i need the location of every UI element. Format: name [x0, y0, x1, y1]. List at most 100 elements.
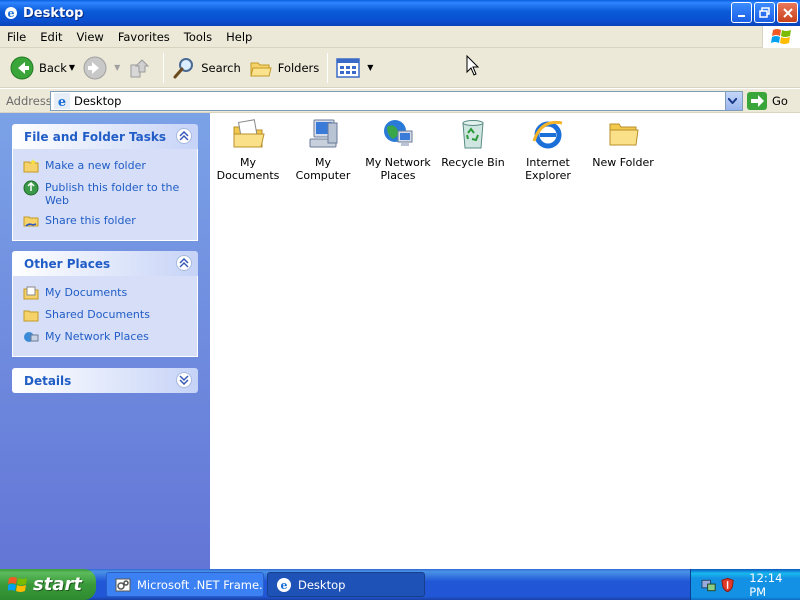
publish-to-web-link[interactable]: Publish this folder to the Web [23, 177, 197, 210]
recycle-bin-icon [462, 120, 484, 149]
collapse-icon[interactable] [176, 128, 192, 144]
menu-tools[interactable]: Tools [177, 26, 219, 48]
my-computer-icon [309, 119, 338, 148]
folder-icon [23, 310, 39, 322]
search-button[interactable]: Search [168, 51, 245, 85]
file-folder-tasks-panel: File and Folder Tasks Make a new folder … [12, 124, 198, 241]
taskbar-button-label: Desktop [298, 577, 346, 592]
ie-icon: e [5, 7, 17, 20]
title-bar[interactable]: e Desktop [0, 0, 800, 26]
panel-header[interactable]: Other Places [12, 251, 198, 276]
taskbar: start Microsoft .NET Frame... e Desktop … [0, 569, 800, 600]
svg-text:e: e [281, 579, 288, 592]
details-panel: Details [12, 368, 198, 393]
folders-label: Folders [277, 60, 320, 75]
new-folder-icon [23, 159, 39, 173]
address-field[interactable]: e Desktop [50, 90, 743, 111]
my-documents-link[interactable]: My Documents [23, 282, 197, 304]
desktop-item-label: Recycle Bin [441, 156, 505, 169]
search-icon [173, 57, 194, 78]
panel-body: Make a new folder Publish this folder to… [12, 149, 198, 241]
go-button[interactable]: Go [747, 91, 788, 110]
network-places-icon [384, 120, 413, 146]
expand-icon[interactable] [176, 372, 192, 388]
views-dropdown-icon[interactable]: ▼ [367, 63, 373, 72]
taskbar-button-dotnet[interactable]: Microsoft .NET Frame... [106, 572, 264, 597]
svg-text:e: e [58, 95, 66, 109]
maximize-button[interactable] [754, 2, 775, 23]
menu-edit[interactable]: Edit [33, 26, 69, 48]
desktop-item-my-network-places[interactable]: My Network Places [361, 113, 435, 182]
close-button[interactable] [777, 2, 798, 23]
toolbar-separator [163, 52, 165, 83]
panel-title: Details [24, 373, 72, 388]
chevron-down-icon [727, 97, 737, 104]
desktop-item-recycle-bin[interactable]: Recycle Bin [436, 113, 510, 169]
security-shield-icon[interactable] [720, 577, 735, 593]
globe-icon [23, 180, 39, 196]
network-places-icon [24, 332, 39, 342]
internet-explorer-icon [532, 120, 563, 149]
menu-view[interactable]: View [70, 26, 111, 48]
desktop-item-internet-explorer[interactable]: Internet Explorer [511, 113, 585, 182]
desktop-item-label: My Documents [216, 156, 280, 182]
panel-header[interactable]: Details [12, 368, 198, 393]
file-view: My Documents My Computer My Network Plac… [210, 113, 800, 569]
desktop-item-my-documents[interactable]: My Documents [211, 113, 285, 182]
taskbar-button-desktop[interactable]: e Desktop [267, 572, 425, 597]
menu-file[interactable]: File [0, 26, 33, 48]
back-button[interactable]: Back ▼ [6, 51, 79, 85]
back-arrow-icon [10, 56, 34, 79]
up-folder-icon [130, 58, 150, 77]
panel-body: My Documents Shared Documents My Network… [12, 276, 198, 357]
desktop-item-new-folder[interactable]: New Folder [586, 113, 660, 169]
forward-button[interactable]: ▼ [79, 51, 124, 85]
svg-text:e: e [8, 7, 15, 20]
share-folder-link[interactable]: Share this folder [23, 210, 197, 232]
shared-documents-link[interactable]: Shared Documents [23, 304, 197, 326]
desktop-item-label: Internet Explorer [525, 156, 571, 182]
network-icon[interactable] [701, 577, 716, 593]
system-tray: 12:14 PM [690, 569, 800, 600]
address-value: Desktop [74, 93, 122, 108]
my-network-places-link[interactable]: My Network Places [23, 326, 197, 348]
start-label: start [33, 574, 82, 595]
forward-dropdown-icon[interactable]: ▼ [114, 63, 120, 72]
start-button[interactable]: start [0, 569, 96, 600]
ie-icon: e [277, 577, 291, 592]
panel-title: Other Places [24, 256, 111, 271]
restore-icon [758, 6, 770, 18]
config-icon [115, 578, 131, 591]
shared-folder-icon [23, 216, 39, 227]
windows-logo-icon [8, 576, 27, 592]
minimize-button[interactable] [731, 2, 752, 23]
views-icon [336, 57, 361, 78]
window-title: Desktop [23, 5, 84, 21]
up-folder-button[interactable] [124, 51, 159, 85]
panel-title: File and Folder Tasks [24, 129, 167, 144]
make-new-folder-link[interactable]: Make a new folder [23, 155, 197, 177]
menu-favorites[interactable]: Favorites [111, 26, 177, 48]
desktop-item-label: My Network Places [365, 156, 431, 182]
address-dropdown-button[interactable] [725, 91, 742, 110]
desktop-item-label: New Folder [592, 156, 654, 169]
clock[interactable]: 12:14 PM [749, 571, 800, 599]
folders-button[interactable]: Folders [245, 51, 324, 85]
other-places-panel: Other Places My Documents Shared Documen… [12, 251, 198, 357]
my-documents-icon [233, 119, 265, 148]
search-label: Search [201, 60, 241, 75]
desktop-item-my-computer[interactable]: My Computer [286, 113, 360, 182]
go-label: Go [772, 93, 788, 108]
menu-bar: File Edit View Favorites Tools Help [0, 26, 800, 48]
views-button[interactable]: ▼ [332, 51, 377, 85]
documents-folder-icon [23, 286, 39, 300]
collapse-icon[interactable] [176, 255, 192, 271]
address-label: Address [6, 93, 52, 108]
menu-help[interactable]: Help [219, 26, 259, 48]
desktop-item-label: My Computer [295, 156, 351, 182]
panel-header[interactable]: File and Folder Tasks [12, 124, 198, 149]
back-label: Back [39, 60, 67, 75]
folders-icon [250, 62, 272, 76]
back-dropdown-icon[interactable]: ▼ [69, 63, 75, 72]
forward-arrow-icon [83, 56, 107, 79]
